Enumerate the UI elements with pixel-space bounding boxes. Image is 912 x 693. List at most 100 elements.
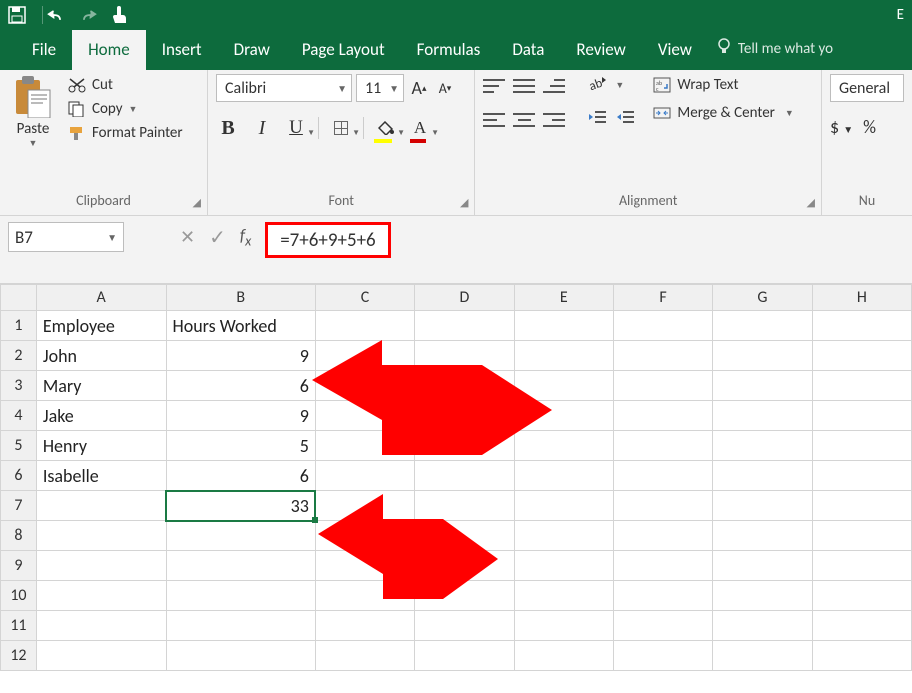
insert-function-icon[interactable]: fx (240, 225, 251, 249)
lightbulb-icon (716, 37, 732, 60)
increase-indent-icon[interactable] (615, 109, 635, 130)
wrap-text-button[interactable]: abc Wrap Text (653, 76, 793, 94)
underline-button[interactable]: U▼ (284, 116, 308, 140)
italic-button[interactable]: I (250, 116, 274, 140)
grow-font-icon[interactable]: A▴ (408, 77, 430, 99)
row-header-11[interactable]: 11 (1, 611, 37, 641)
align-center-icon[interactable] (513, 111, 535, 129)
select-all-corner[interactable] (1, 285, 37, 311)
font-color-button[interactable]: A▼ (408, 116, 432, 140)
align-bottom-icon[interactable] (543, 77, 565, 95)
tab-home[interactable]: Home (72, 30, 146, 70)
row-header-12[interactable]: 12 (1, 641, 37, 671)
align-left-icon[interactable] (483, 111, 505, 129)
align-right-icon[interactable] (543, 111, 565, 129)
cell-A7[interactable] (36, 491, 166, 521)
row-header-9[interactable]: 9 (1, 551, 37, 581)
font-name-value: Calibri (225, 79, 266, 98)
cell-B4[interactable]: 9 (166, 401, 315, 431)
col-header-F[interactable]: F (613, 285, 712, 311)
row-header-7[interactable]: 7 (1, 491, 37, 521)
align-middle-icon[interactable] (513, 77, 535, 95)
cut-button[interactable]: Cut (68, 76, 183, 94)
formula-input-highlighted[interactable]: =7+6+9+5+6 (265, 222, 390, 258)
shrink-font-icon[interactable]: A▾ (434, 77, 456, 99)
cell-A1[interactable]: Employee (36, 311, 166, 341)
cancel-formula-icon[interactable]: ✕ (180, 226, 195, 248)
tab-file[interactable]: File (16, 30, 72, 70)
paste-icon (14, 76, 52, 118)
row-header-8[interactable]: 8 (1, 521, 37, 551)
row-header-3[interactable]: 3 (1, 371, 37, 401)
row-header-5[interactable]: 5 (1, 431, 37, 461)
alignment-dialog-launcher[interactable]: ◢ (807, 196, 815, 209)
fill-handle[interactable] (312, 517, 318, 523)
row-header-4[interactable]: 4 (1, 401, 37, 431)
cell-E1[interactable] (514, 311, 613, 341)
wrap-text-icon: abc (653, 77, 671, 93)
col-header-D[interactable]: D (415, 285, 514, 311)
cell-D1[interactable] (415, 311, 514, 341)
row-header-2[interactable]: 2 (1, 341, 37, 371)
name-box-value: B7 (15, 227, 33, 248)
tab-draw[interactable]: Draw (218, 30, 286, 70)
cell-A2[interactable]: John (36, 341, 166, 371)
cell-A5[interactable]: Henry (36, 431, 166, 461)
cell-B3[interactable]: 6 (166, 371, 315, 401)
cell-B7[interactable]: 33 (166, 491, 315, 521)
clipboard-dialog-launcher[interactable]: ◢ (193, 196, 201, 209)
name-box[interactable]: B7▼ (8, 222, 124, 252)
tell-me[interactable]: Tell me what yo (716, 37, 833, 70)
tab-data[interactable]: Data (496, 30, 560, 70)
group-number: General $ ▼ % Nu (822, 70, 912, 215)
tab-insert[interactable]: Insert (146, 30, 218, 70)
number-format-combo[interactable]: General (830, 74, 904, 102)
save-icon[interactable] (8, 6, 26, 24)
font-name-combo[interactable]: Calibri▼ (216, 74, 352, 102)
tab-view[interactable]: View (642, 30, 708, 70)
worksheet-grid[interactable]: A B C D E F G H 1EmployeeHours Worked 2J… (0, 284, 912, 671)
tab-formulas[interactable]: Formulas (401, 30, 497, 70)
cell-B2[interactable]: 9 (166, 341, 315, 371)
accounting-format-button[interactable]: $ ▼ (830, 116, 853, 138)
row-header-10[interactable]: 10 (1, 581, 37, 611)
cell-C1[interactable] (315, 311, 414, 341)
enter-formula-icon[interactable]: ✓ (209, 225, 226, 250)
col-header-A[interactable]: A (36, 285, 166, 311)
cell-A6[interactable]: Isabelle (36, 461, 166, 491)
bold-button[interactable]: B (216, 116, 240, 140)
orientation-icon[interactable]: ab (587, 74, 607, 97)
format-painter-button[interactable]: Format Painter (68, 124, 183, 142)
undo-icon[interactable] (47, 6, 65, 24)
tab-page-layout[interactable]: Page Layout (286, 30, 401, 70)
col-header-B[interactable]: B (166, 285, 315, 311)
paste-button[interactable]: Paste ▼ (8, 74, 58, 149)
cell-H1[interactable] (812, 311, 911, 341)
redo-icon[interactable] (79, 6, 97, 24)
percent-format-button[interactable]: % (863, 116, 876, 138)
align-top-icon[interactable] (483, 77, 505, 95)
row-header-6[interactable]: 6 (1, 461, 37, 491)
cell-F1[interactable] (613, 311, 712, 341)
copy-icon (68, 101, 86, 117)
col-header-G[interactable]: G (713, 285, 812, 311)
copy-button[interactable]: Copy ▼ (68, 100, 183, 118)
cell-A3[interactable]: Mary (36, 371, 166, 401)
cell-B5[interactable]: 5 (166, 431, 315, 461)
touch-mode-icon[interactable] (111, 6, 129, 24)
cell-A4[interactable]: Jake (36, 401, 166, 431)
border-button[interactable]: ▼ (329, 116, 353, 140)
font-dialog-launcher[interactable]: ◢ (460, 196, 468, 209)
cell-B1[interactable]: Hours Worked (166, 311, 315, 341)
cell-G1[interactable] (713, 311, 812, 341)
col-header-C[interactable]: C (315, 285, 414, 311)
decrease-indent-icon[interactable] (587, 109, 607, 130)
row-header-1[interactable]: 1 (1, 311, 37, 341)
fill-color-button[interactable]: ▼ (374, 116, 398, 140)
cell-B6[interactable]: 6 (166, 461, 315, 491)
col-header-H[interactable]: H (812, 285, 911, 311)
tab-review[interactable]: Review (560, 30, 641, 70)
col-header-E[interactable]: E (514, 285, 613, 311)
merge-center-button[interactable]: Merge & Center ▼ (653, 104, 793, 122)
font-size-combo[interactable]: 11▼ (356, 74, 404, 102)
